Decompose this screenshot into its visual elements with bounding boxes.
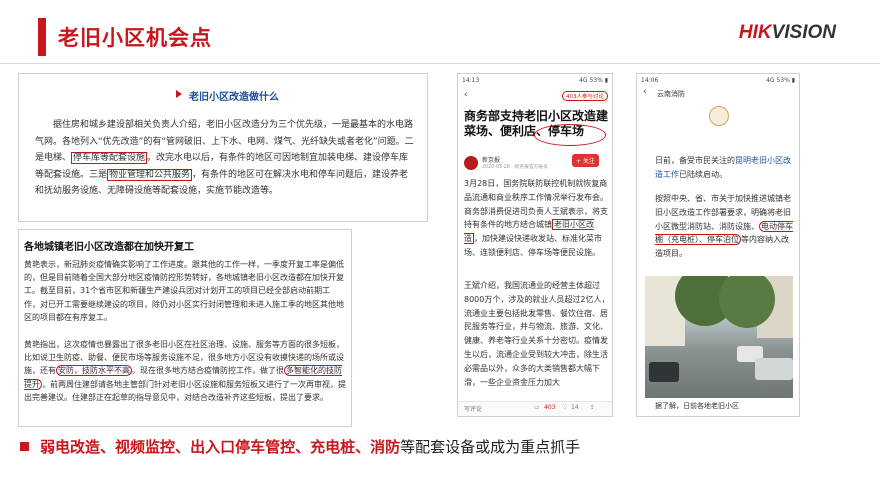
item-fire-protection: 消防 <box>370 438 401 456</box>
text-span: 已陆续启动。 <box>679 169 727 179</box>
header-divider <box>0 63 880 64</box>
status-signal: 4G 53% ▮ <box>579 77 608 84</box>
highlight-security: 安防，技防水平不高 <box>56 365 132 377</box>
news-body-1: 3月28日，国务院联防联控机制就恢复商品流通和商业秩序工作情况举行发布会。商务部… <box>464 177 610 260</box>
status-time: 14:13 <box>462 77 480 84</box>
highlight-property-management: 物业管理和公共服务 <box>107 168 193 181</box>
highlight-parking-facilities: 停车库等配套设施 <box>71 152 148 164</box>
page-title: 老旧小区机会点 <box>58 26 212 50</box>
text-span: 、 <box>751 221 759 231</box>
follow-button[interactable]: + 关注 <box>572 154 599 167</box>
comment-count: 403 <box>544 404 556 411</box>
street-photo <box>645 276 793 398</box>
hikvision-logo: HIKVISION <box>739 22 836 44</box>
news-date: 2020-03-28 · 新京报官方账号 <box>482 165 549 170</box>
title-accent-bar <box>38 18 46 56</box>
article-panel-renovation: 老旧小区改造做什么 据住房和城乡建设部相关负责人介绍，老旧小区改造分为三个优先级… <box>18 73 428 222</box>
square-bullet-icon <box>20 442 29 451</box>
text-span: 。现在很多地方结合疫情防控工作，做了很 <box>132 366 284 376</box>
news-body-2: 王斌介绍，我国流通业的经营主体超过8000万个，涉及的就业人员超过2亿人，流通业… <box>464 281 610 387</box>
account-name: 云南消防 <box>657 90 685 98</box>
article-panel-construction: 各地城镇老旧小区改造都在加快开复工 黄艳表示，新冠肺炎疫情确实影响了工作进度。跟… <box>18 229 352 427</box>
source-avatar <box>464 156 478 170</box>
article-paragraph-1: 日前，备受市民关注的昆明老旧小区改造工作已陆续启动。 <box>655 154 795 182</box>
fire-badge-icon <box>709 106 729 126</box>
status-time: 14:06 <box>641 77 659 84</box>
phone-screenshot-wechat: 14:06 4G 53% ▮ ‹ 云南消防 日前，备受市民关注的昆明老旧小区改造… <box>636 73 800 417</box>
panel-paragraph: 据住房和城乡建设部相关负责人介绍，老旧小区改造分为三个优先级，一是最基本的水电路… <box>35 117 415 200</box>
text-line: 据住房和城乡建设部相关负责人介绍，老旧小区改造分为三个优先级，一是最基本的水 <box>53 120 396 130</box>
status-signal: 4G 53% ▮ <box>766 77 795 84</box>
separator: 、 <box>100 438 116 456</box>
comment-icon[interactable]: ▭ <box>534 404 540 411</box>
separator: 、 <box>355 438 371 456</box>
discussion-badge[interactable]: 403人参与讨论 <box>562 91 608 101</box>
item-parking-control: 出入口停车管控 <box>190 438 296 456</box>
text-span: 消防设施 <box>719 221 751 231</box>
back-arrow-icon[interactable]: ‹ <box>464 90 468 100</box>
back-arrow-icon[interactable]: ‹ <box>643 87 647 97</box>
car <box>755 358 793 380</box>
article-paragraph-2: 按照中央、省、市关于加快推进城镇老旧小区改造工作部署要求，明确将老旧小区微型消防… <box>655 192 795 261</box>
paragraph-2: 黄艳指出，这次疫情也暴露出了很多老旧小区在社区治理、设施、服务等方面的很多短板，… <box>24 338 346 404</box>
triangle-bullet-icon <box>176 90 182 98</box>
summary-line: 弱电改造、视频监控、出入口停车管控、充电桩、消防等配套设备或成为重点抓手 <box>40 436 580 457</box>
text-line: 。改完水电以后，有条件的地区可因地制宜加装电 <box>147 153 346 163</box>
car <box>649 362 679 382</box>
write-comment-input[interactable]: 写评论 <box>464 404 482 413</box>
like-icon[interactable]: ♡ <box>562 404 567 411</box>
phone-screenshot-news: 14:13 4G 53% ▮ ‹ 403人参与讨论 商务部支持老旧小区改造建菜场… <box>457 73 613 417</box>
text-span: ，加快建设快递收发站、标准化菜市场、连锁便利店、停车场等便民设施。 <box>464 234 602 257</box>
paragraph-1: 黄艳表示，新冠肺炎疫情确实影响了工作进度。跟其他的工作一样，一季度开复工率是偏低… <box>24 260 344 322</box>
item-weak-current: 弱电改造 <box>40 438 101 456</box>
item-charging-pile: 充电桩 <box>310 438 356 456</box>
text-line: ，有条件的地区可在解决水电和停车 <box>192 169 337 180</box>
panel-title: 各地城镇老旧小区改造都在加快开复工 <box>24 242 194 253</box>
article-footer: 据了解，日前各地老旧小区 <box>655 402 739 410</box>
like-count: 14 <box>571 404 579 411</box>
separator: 、 <box>175 438 191 456</box>
logo-part-vision: VISION <box>771 22 836 43</box>
share-icon[interactable]: ⇪ <box>590 404 595 411</box>
text-span: 日前，备受市民关注的 <box>655 156 735 165</box>
highlight-oval-parking <box>534 124 606 146</box>
panel-title: 老旧小区改造做什么 <box>189 92 279 103</box>
text-span: ，前两周住建部请各地主管部门针对老旧小区设施和服务短板又进行了一次再审视，提出完… <box>24 379 346 402</box>
summary-tail: 等配套设备或成为重点抓手 <box>400 438 581 456</box>
item-video-surveillance: 视频监控 <box>115 438 176 456</box>
logo-part-hik: HIK <box>738 22 772 43</box>
separator: 、 <box>295 438 311 456</box>
comment-bar: 写评论 ▭ 403 ♡ 14 ⇪ <box>458 401 612 416</box>
